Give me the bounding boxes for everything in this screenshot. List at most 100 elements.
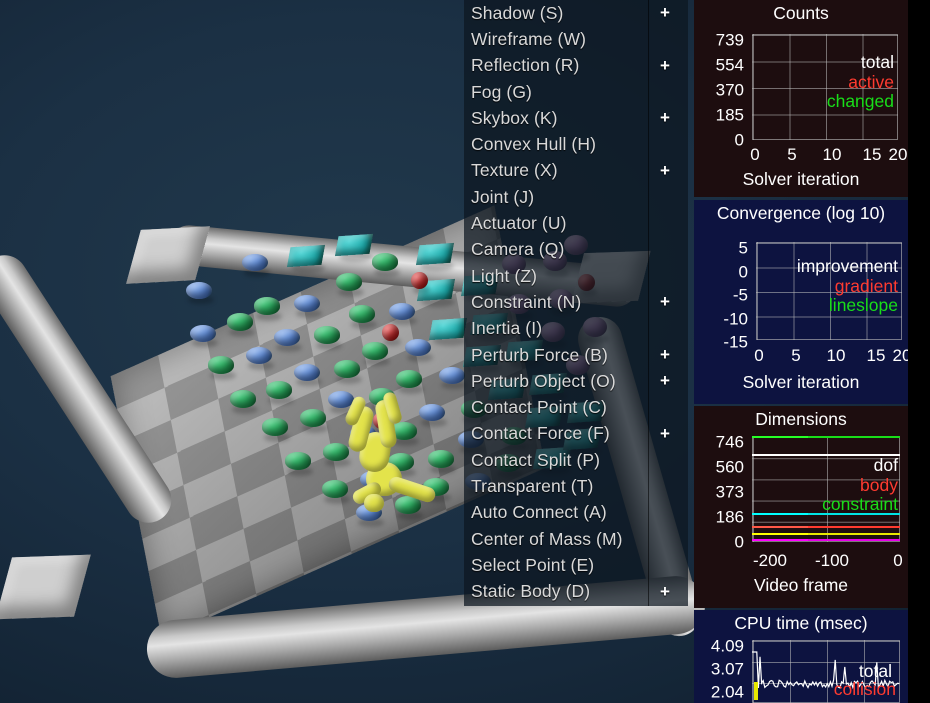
menu-item-label: Static Body (D) xyxy=(471,581,590,602)
menu-item-select-point[interactable]: Select Point (E) xyxy=(464,552,688,578)
scene-prop-capsule[interactable] xyxy=(322,480,348,498)
menu-item-auto-connect[interactable]: Auto Connect (A) xyxy=(464,500,688,526)
menu-item-expand-icon[interactable]: + xyxy=(660,3,670,23)
legend-entry-total: total xyxy=(754,53,894,73)
menu-item-perturb-object[interactable]: Perturb Object (O)+ xyxy=(464,368,688,394)
menu-item-expand-icon[interactable]: + xyxy=(660,424,670,444)
menu-item-expand-icon[interactable]: + xyxy=(660,108,670,128)
right-letterbox xyxy=(908,0,930,703)
menu-item-skybox[interactable]: Skybox (K)+ xyxy=(464,105,688,131)
scene-prop-capsule[interactable] xyxy=(349,305,375,323)
scene-prop-box[interactable] xyxy=(335,234,373,256)
menu-item-expand-icon[interactable]: + xyxy=(660,161,670,181)
dimensions-y-tick: 746 xyxy=(716,434,744,451)
menu-item-reflection[interactable]: Reflection (R) + xyxy=(464,53,688,79)
scene-prop-capsule[interactable] xyxy=(428,450,454,468)
menu-item-expand-icon[interactable]: + xyxy=(660,345,670,365)
scene-prop-box[interactable] xyxy=(429,317,467,339)
counts-y-tick-labels: 7395543701850 xyxy=(694,0,744,1)
scene-prop-ellipsoid[interactable] xyxy=(389,303,415,320)
menu-item-shadow[interactable]: Shadow (S) + xyxy=(464,0,688,26)
convergence-plot-area: improvementgradientlineslope xyxy=(756,242,902,340)
menu-item-label: Shadow (S) xyxy=(471,3,563,24)
dimensions-title: Dimensions xyxy=(694,406,908,430)
scene-prop-ellipsoid[interactable] xyxy=(186,282,212,299)
menu-item-label: Perturb Force (B) xyxy=(471,345,608,366)
menu-item-expand-icon[interactable]: + xyxy=(660,56,670,76)
scene-prop-sphere[interactable] xyxy=(382,324,399,341)
dimensions-y-tick: 373 xyxy=(716,484,744,501)
legend-entry-improvement: improvement xyxy=(748,257,898,277)
menu-item-constraint[interactable]: Constraint (N)+ xyxy=(464,289,688,315)
scene-prop-box[interactable] xyxy=(416,243,454,265)
convergence-x-tick: 0 xyxy=(754,346,763,366)
convergence-x-tick: 5 xyxy=(791,346,800,366)
scene-prop-capsule[interactable] xyxy=(396,370,422,388)
menu-item-expand-icon[interactable]: + xyxy=(660,292,670,312)
menu-item-wireframe[interactable]: Wireframe (W) xyxy=(464,26,688,52)
convergence-x-tick: 15 xyxy=(867,346,886,366)
scene-prop-ellipsoid[interactable] xyxy=(439,367,465,384)
scene-prop-capsule[interactable] xyxy=(254,297,280,315)
legend-entry-constraint: constraint xyxy=(752,495,898,515)
cpu-time-y-tick: 4.09 xyxy=(711,638,744,655)
menu-item-label: Inertia (I) xyxy=(471,318,542,339)
menu-item-expand-icon[interactable]: + xyxy=(660,582,670,602)
counts-x-tick: 15 xyxy=(863,145,882,165)
render-options-menu[interactable]: Shadow (S) + Wireframe (W) Reflection (R) + F… xyxy=(464,0,688,606)
scene-prop-capsule[interactable] xyxy=(300,409,326,427)
menu-item-inertia[interactable]: Inertia (I) xyxy=(464,316,688,342)
menu-item-label: Reflection (R) xyxy=(471,55,579,76)
menu-item-label: Transparent (T) xyxy=(471,476,593,497)
dimensions-x-tick: 0 xyxy=(893,551,902,571)
dimensions-x-axis-label: Video frame xyxy=(694,575,908,596)
menu-item-label: Auto Connect (A) xyxy=(471,502,607,523)
scene-prop-capsule[interactable] xyxy=(314,326,340,344)
menu-item-label: Convex Hull (H) xyxy=(471,134,596,155)
dimensions-x-tick: -200 xyxy=(753,551,787,571)
menu-item-transparent[interactable]: Transparent (T) xyxy=(464,473,688,499)
menu-item-contact-point[interactable]: Contact Point (C) xyxy=(464,394,688,420)
legend-entry-lineslope: lineslope xyxy=(748,296,898,316)
counts-y-tick: 739 xyxy=(716,32,744,49)
scene-prop-capsule[interactable] xyxy=(336,273,362,291)
menu-item-joint[interactable]: Joint (J) xyxy=(464,184,688,210)
menu-item-convex-hull[interactable]: Convex Hull (H) xyxy=(464,131,688,157)
legend-entry-body: body xyxy=(752,476,898,496)
scene-prop-capsule[interactable] xyxy=(262,418,288,436)
legend-entry-gradient: gradient xyxy=(748,277,898,297)
cpu-time-y-tick-labels: 4.093.072.04 xyxy=(694,610,744,611)
scene-prop-ellipsoid[interactable] xyxy=(405,339,431,356)
scene-prop-ellipsoid[interactable] xyxy=(274,329,300,346)
counts-figure-panel: Counts 7395543701850 totalactivechanged … xyxy=(694,0,908,197)
menu-item-label: Joint (J) xyxy=(471,187,534,208)
menu-item-camera[interactable]: Camera (Q) xyxy=(464,237,688,263)
menu-item-label: Contact Split (P) xyxy=(471,450,600,471)
dimensions-y-tick: 186 xyxy=(716,509,744,526)
scene-prop-capsule[interactable] xyxy=(230,390,256,408)
menu-item-actuator[interactable]: Actuator (U) xyxy=(464,210,688,236)
menu-item-perturb-force[interactable]: Perturb Force (B) + xyxy=(464,342,688,368)
scene-prop-capsule[interactable] xyxy=(323,443,349,461)
menu-item-texture[interactable]: Texture (X) + xyxy=(464,158,688,184)
menu-item-label: Contact Point (C) xyxy=(471,397,607,418)
scene-prop-ellipsoid[interactable] xyxy=(190,325,216,342)
scene-prop-sphere[interactable] xyxy=(411,272,428,289)
menu-item-light[interactable]: Light (Z) xyxy=(464,263,688,289)
arena-corner-bottom-left xyxy=(0,555,91,620)
scene-prop-ellipsoid[interactable] xyxy=(294,364,320,381)
menu-item-contact-split[interactable]: Contact Split (P) xyxy=(464,447,688,473)
scene-prop-capsule[interactable] xyxy=(372,253,398,271)
menu-item-contact-force[interactable]: Contact Force (F)+ xyxy=(464,421,688,447)
counts-x-tick: 0 xyxy=(750,145,759,165)
scene-prop-ellipsoid[interactable] xyxy=(419,404,445,421)
menu-item-expand-icon[interactable]: + xyxy=(660,371,670,391)
menu-item-fog[interactable]: Fog (G) xyxy=(464,79,688,105)
scene-prop-box[interactable] xyxy=(287,245,325,267)
menu-item-center-of-mass[interactable]: Center of Mass (M) xyxy=(464,526,688,552)
menu-item-static-body[interactable]: Static Body (D) + xyxy=(464,579,688,605)
counts-x-tick-labels: 05101520 xyxy=(752,145,898,146)
scene-prop-capsule[interactable] xyxy=(208,356,234,374)
menu-item-label: Texture (X) xyxy=(471,160,558,181)
scene-prop-capsule[interactable] xyxy=(285,452,311,470)
